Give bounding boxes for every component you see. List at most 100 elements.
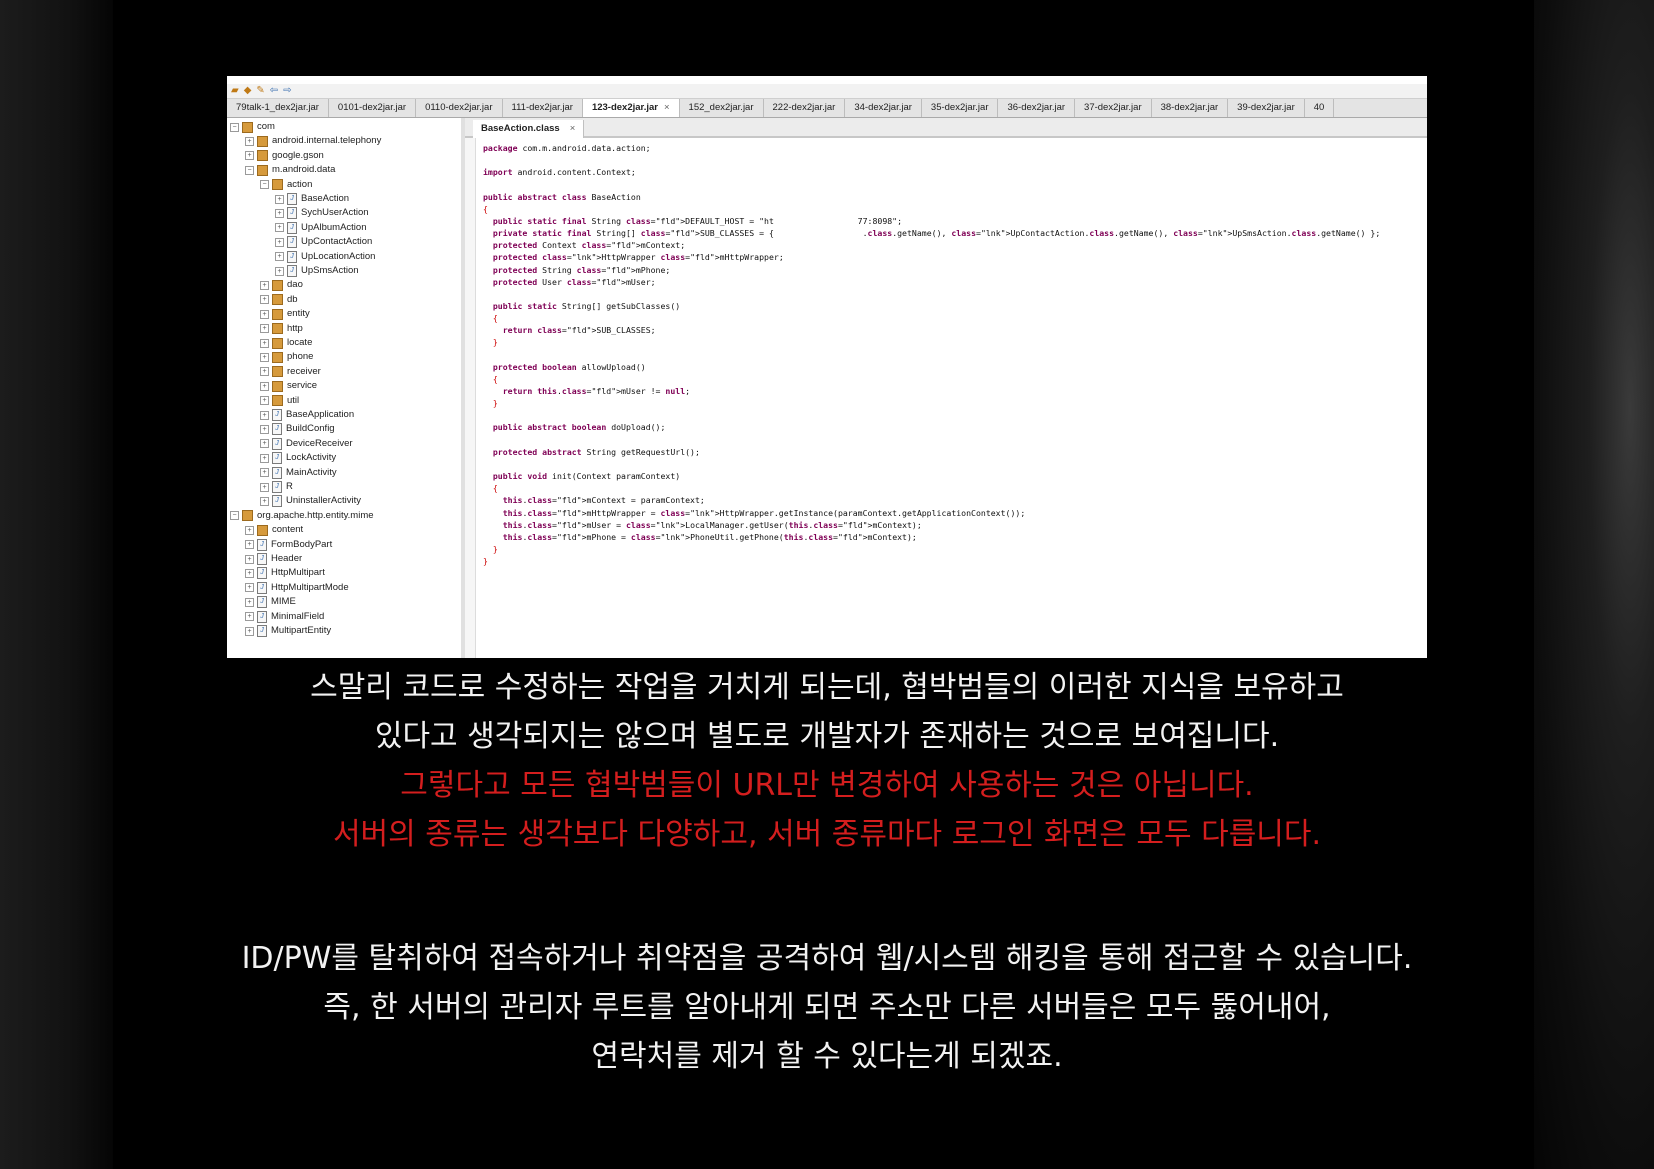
tab-jar[interactable]: 111-dex2jar.jar	[503, 99, 583, 117]
collapse-icon[interactable]: −	[245, 165, 254, 175]
expand-icon[interactable]: +	[260, 482, 269, 492]
expand-icon[interactable]: +	[260, 439, 269, 449]
tab-jar[interactable]: 0101-dex2jar.jar	[329, 99, 417, 117]
tree-item[interactable]: + J BuildConfig	[260, 422, 335, 436]
tree-item[interactable]: + J LockActivity	[260, 451, 336, 465]
expand-icon[interactable]: +	[275, 194, 284, 204]
expand-icon[interactable]: +	[260, 496, 269, 506]
tree-item[interactable]: + J MinimalField	[245, 610, 324, 624]
tree-item[interactable]: + J MultipartEntity	[245, 624, 331, 638]
expand-icon[interactable]: +	[260, 396, 269, 406]
expand-icon[interactable]: +	[260, 424, 269, 434]
tree-item[interactable]: − m.android.data	[245, 163, 335, 177]
tree-item[interactable]: + J UninstallerActivity	[260, 494, 361, 508]
tree-item[interactable]: + entity	[260, 307, 310, 321]
expand-icon[interactable]: +	[245, 554, 254, 564]
tree-item[interactable]: + J UpContactAction	[275, 235, 372, 249]
tree-item[interactable]: + J BaseAction	[275, 192, 349, 206]
tree-item[interactable]: + service	[260, 379, 317, 393]
expand-icon[interactable]: +	[245, 540, 254, 550]
collapse-icon[interactable]: −	[230, 122, 239, 132]
expand-icon[interactable]: +	[275, 252, 284, 262]
tree-item[interactable]: + J UpSmsAction	[275, 264, 359, 278]
tab-jar[interactable]: 34-dex2jar.jar	[845, 99, 922, 117]
expand-icon[interactable]: +	[245, 151, 254, 161]
tree-item[interactable]: + dao	[260, 278, 303, 292]
code-line: {	[483, 483, 498, 494]
package-icon	[272, 395, 283, 407]
expand-icon[interactable]: +	[260, 324, 269, 334]
tree-item[interactable]: + J UpLocationAction	[275, 250, 375, 264]
tree-item[interactable]: + google.gson	[245, 149, 324, 163]
expand-icon[interactable]: +	[275, 208, 284, 218]
expand-icon[interactable]: +	[260, 367, 269, 377]
tree-item[interactable]: + J Header	[245, 552, 302, 566]
expand-icon[interactable]: +	[245, 612, 254, 622]
tree-item[interactable]: − action	[260, 178, 312, 192]
tree-item[interactable]: + phone	[260, 350, 313, 364]
expand-icon[interactable]: +	[245, 136, 254, 146]
expand-icon[interactable]: +	[245, 583, 254, 593]
tree-item[interactable]: + J SychUserAction	[275, 206, 369, 220]
code-line: protected Context class="fld">mContext;	[492, 240, 686, 251]
expand-icon[interactable]: +	[260, 309, 269, 319]
expand-icon[interactable]: +	[260, 295, 269, 305]
expand-icon[interactable]: +	[245, 626, 254, 636]
tree-item[interactable]: − org.apache.http.entity.mime	[230, 509, 374, 523]
expand-icon[interactable]: +	[260, 381, 269, 391]
collapse-icon[interactable]: −	[230, 511, 239, 521]
expand-icon[interactable]: +	[260, 338, 269, 348]
tree-item[interactable]: + http	[260, 322, 303, 336]
tree-item[interactable]: + locate	[260, 336, 312, 350]
open-icon[interactable]: ▰	[231, 85, 239, 97]
tree-item[interactable]: + J DeviceReceiver	[260, 437, 353, 451]
tab-jar[interactable]: 36-dex2jar.jar	[998, 99, 1076, 117]
class-file-icon: J	[257, 610, 267, 623]
close-icon[interactable]: ×	[570, 123, 576, 134]
tree-item[interactable]: + J MIME	[245, 595, 296, 609]
expand-icon[interactable]: +	[260, 453, 269, 463]
back-arrow-icon[interactable]: ⇦	[270, 85, 278, 97]
tree-item[interactable]: + J BaseApplication	[260, 408, 354, 422]
package-icon	[272, 337, 283, 349]
expand-icon[interactable]: +	[245, 568, 254, 578]
tab-jar[interactable]: 40	[1305, 99, 1335, 117]
expand-icon[interactable]: +	[260, 352, 269, 362]
tree-item[interactable]: + J HttpMultipart	[245, 566, 325, 580]
tree-item[interactable]: − com	[230, 120, 275, 134]
tab-jar[interactable]: 123-dex2jar.jar ×	[582, 99, 680, 117]
expand-icon[interactable]: +	[245, 597, 254, 607]
tree-item[interactable]: + android.internal.telephony	[245, 134, 381, 148]
tree-item[interactable]: + receiver	[260, 365, 321, 379]
expand-icon[interactable]: +	[260, 410, 269, 420]
save-icon[interactable]: ◆	[244, 85, 252, 97]
tab-jar[interactable]: 35-dex2jar.jar	[922, 99, 999, 117]
menu-bar[interactable]	[227, 76, 1427, 84]
expand-icon[interactable]: +	[275, 237, 284, 247]
editor-tab-baseaction[interactable]: BaseAction.class ×	[473, 120, 585, 138]
expand-icon[interactable]: +	[260, 280, 269, 290]
expand-icon[interactable]: +	[245, 525, 254, 535]
tree-item[interactable]: + db	[260, 293, 298, 307]
expand-icon[interactable]: +	[275, 266, 284, 276]
tree-item[interactable]: + J UpAlbumAction	[275, 221, 366, 235]
tab-jar[interactable]: 39-dex2jar.jar	[1228, 99, 1305, 117]
tree-item[interactable]: + J HttpMultipartMode	[245, 581, 349, 595]
close-icon[interactable]: ×	[664, 102, 670, 113]
tree-item[interactable]: + J R	[260, 480, 293, 494]
collapse-icon[interactable]: −	[260, 180, 269, 190]
tree-item[interactable]: + content	[245, 523, 303, 537]
expand-icon[interactable]: +	[260, 468, 269, 478]
tab-jar[interactable]: 38-dex2jar.jar	[1152, 99, 1229, 117]
tree-item[interactable]: + J MainActivity	[260, 466, 337, 480]
tab-jar[interactable]: 37-dex2jar.jar	[1075, 99, 1152, 117]
forward-arrow-icon[interactable]: ⇨	[283, 85, 291, 97]
tab-jar[interactable]: 152_dex2jar.jar	[680, 99, 764, 117]
edit-icon[interactable]: ✎	[256, 85, 264, 97]
tab-jar[interactable]: 222-dex2jar.jar	[764, 99, 846, 117]
tab-jar[interactable]: 79talk-1_dex2jar.jar	[227, 99, 329, 117]
tree-item[interactable]: + util	[260, 394, 299, 408]
expand-icon[interactable]: +	[275, 223, 284, 233]
tab-jar[interactable]: 0110-dex2jar.jar	[416, 99, 503, 117]
tree-item[interactable]: + J FormBodyPart	[245, 538, 332, 552]
